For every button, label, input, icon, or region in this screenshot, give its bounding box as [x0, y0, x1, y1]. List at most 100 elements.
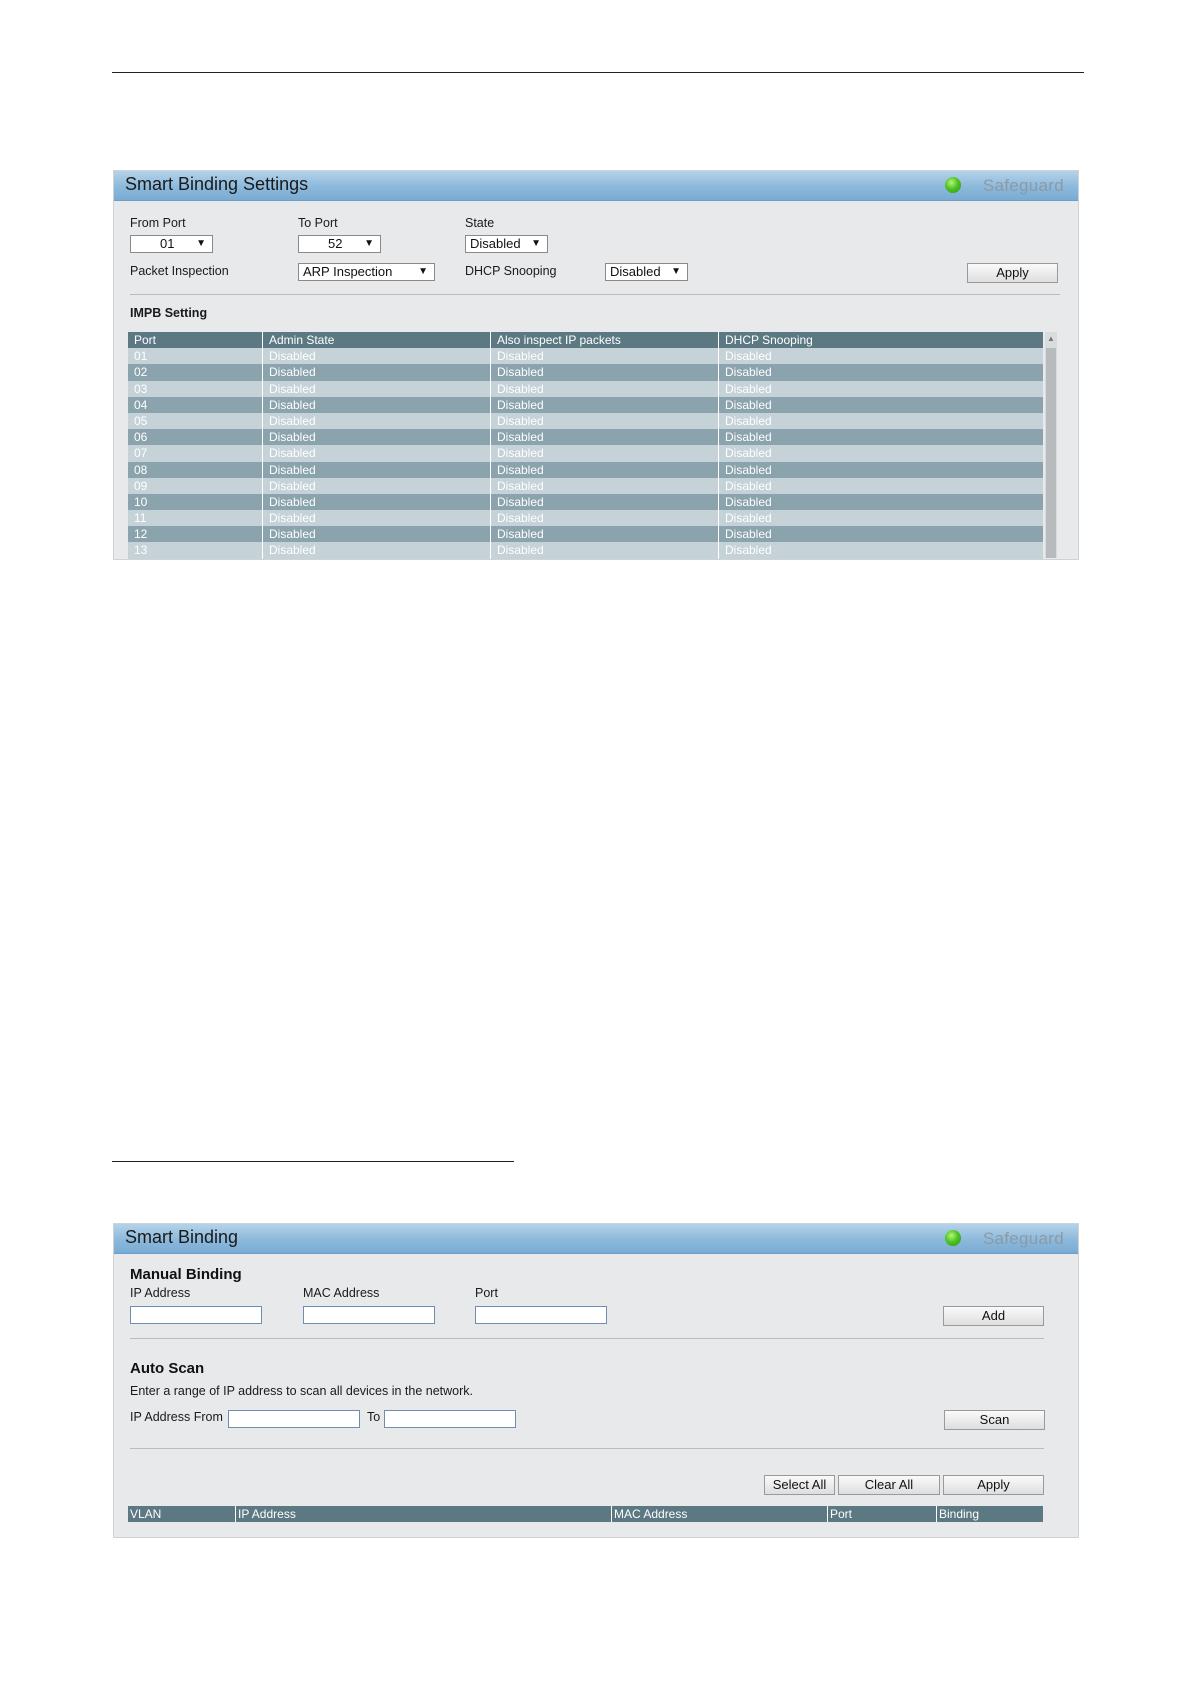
also-inspect-ip-cell: Disabled — [491, 348, 719, 365]
also-inspect-ip-cell: Disabled — [491, 493, 719, 511]
port-cell: 09 — [128, 477, 263, 494]
ip-address-input[interactable] — [130, 1306, 262, 1324]
dhcp-snooping-cell: Disabled — [725, 462, 772, 477]
state-select[interactable]: Disabled ▼ — [465, 235, 548, 253]
ip-address-label: IP Address — [130, 1286, 191, 1300]
also-inspect-ip-cell: Disabled — [491, 510, 719, 527]
impb-table-header: Port Admin State Also inspect IP packets… — [128, 332, 1043, 349]
port-cell: 12 — [128, 526, 263, 543]
to-port-label: To Port — [298, 216, 338, 230]
mac-address-label: MAC Address — [303, 1286, 380, 1300]
apply-button[interactable]: Apply — [943, 1475, 1044, 1495]
admin-state-cell: Disabled — [263, 380, 491, 397]
safeguard-status-icon — [945, 177, 961, 193]
admin-state-cell: Disabled — [263, 526, 491, 543]
panel-header: Smart Binding Settings Safeguard — [114, 171, 1078, 201]
also-inspect-ip-cell: Disabled — [491, 380, 719, 397]
dhcp-snooping-label: DHCP Snooping — [465, 264, 557, 278]
column-header-also-inspect-ip: Also inspect IP packets — [491, 332, 719, 349]
port-cell: 06 — [128, 429, 263, 446]
section-divider — [130, 1448, 1044, 1449]
scrollbar-thumb[interactable] — [1046, 348, 1056, 558]
chevron-down-icon: ▼ — [531, 238, 541, 249]
safeguard-label: Safeguard — [982, 176, 1064, 195]
dhcp-snooping-cell: Disabled — [725, 381, 772, 396]
column-header-ip-address: IP Address — [236, 1506, 612, 1522]
dhcp-snooping-cell: Disabled — [725, 527, 772, 542]
port-cell: 10 — [128, 493, 263, 511]
packet-inspection-label: Packet Inspection — [130, 264, 229, 278]
admin-state-cell: Disabled — [263, 461, 491, 478]
port-cell: 07 — [128, 445, 263, 462]
apply-button[interactable]: Apply — [967, 263, 1058, 283]
section-rule — [112, 1161, 514, 1162]
panel-header: Smart Binding Safeguard — [114, 1224, 1078, 1254]
from-port-value: 01 — [160, 236, 175, 251]
dhcp-snooping-cell: Disabled — [725, 430, 772, 445]
admin-state-cell: Disabled — [263, 477, 491, 494]
port-cell: 05 — [128, 412, 263, 430]
port-cell: 02 — [128, 364, 263, 381]
chevron-down-icon: ▼ — [364, 238, 374, 249]
impb-table-scrollbar[interactable]: ▲ — [1045, 332, 1057, 558]
smart-binding-panel: Smart Binding Safeguard Manual Binding I… — [113, 1223, 1079, 1538]
also-inspect-ip-cell: Disabled — [491, 461, 719, 478]
column-header-dhcp-snooping: DHCP Snooping — [725, 333, 813, 347]
chevron-down-icon: ▼ — [196, 238, 206, 249]
section-divider — [130, 1338, 1044, 1339]
packet-inspection-select[interactable]: ARP Inspection ▼ — [298, 263, 435, 281]
port-cell: 13 — [128, 542, 263, 559]
dhcp-snooping-cell: Disabled — [725, 543, 772, 558]
add-button[interactable]: Add — [943, 1306, 1044, 1326]
chevron-down-icon: ▼ — [671, 266, 681, 277]
dhcp-snooping-cell: Disabled — [725, 494, 772, 509]
manual-binding-title: Manual Binding — [130, 1266, 242, 1283]
ip-address-to-input[interactable] — [384, 1410, 516, 1428]
to-port-value: 52 — [328, 236, 343, 251]
also-inspect-ip-cell: Disabled — [491, 526, 719, 543]
also-inspect-ip-cell: Disabled — [491, 412, 719, 430]
page-header-rule — [112, 72, 1084, 73]
mac-address-input[interactable] — [303, 1306, 435, 1324]
dhcp-snooping-cell: Disabled — [725, 397, 772, 412]
also-inspect-ip-cell: Disabled — [491, 445, 719, 462]
also-inspect-ip-cell: Disabled — [491, 477, 719, 494]
panel-title: Smart Binding — [125, 1227, 239, 1247]
scroll-up-icon[interactable]: ▲ — [1047, 334, 1055, 343]
to-port-select[interactable]: 52 ▼ — [298, 235, 381, 253]
admin-state-cell: Disabled — [263, 542, 491, 559]
admin-state-cell: Disabled — [263, 445, 491, 462]
table-row: 01 Disabled Disabled Disabled — [128, 348, 1043, 365]
dhcp-snooping-select[interactable]: Disabled ▼ — [605, 263, 688, 281]
state-value: Disabled — [470, 236, 521, 251]
port-cell: 08 — [128, 461, 263, 478]
table-row: 13 Disabled Disabled Disabled — [128, 542, 1043, 559]
table-row: 05 Disabled Disabled Disabled — [128, 412, 1043, 430]
port-input[interactable] — [475, 1306, 607, 1324]
scan-button[interactable]: Scan — [944, 1410, 1045, 1430]
from-port-select[interactable]: 01 ▼ — [130, 235, 213, 253]
port-label: Port — [475, 1286, 498, 1300]
select-all-button[interactable]: Select All — [764, 1475, 835, 1495]
column-header-port: Port — [128, 332, 263, 349]
table-row: 03 Disabled Disabled Disabled — [128, 380, 1043, 397]
state-label: State — [465, 216, 495, 230]
admin-state-cell: Disabled — [263, 429, 491, 446]
also-inspect-ip-cell: Disabled — [491, 364, 719, 381]
table-row: 04 Disabled Disabled Disabled — [128, 396, 1043, 413]
ip-address-from-label: IP Address From — [130, 1410, 223, 1424]
chevron-down-icon: ▼ — [418, 266, 428, 277]
dhcp-snooping-cell: Disabled — [725, 413, 772, 428]
ip-address-from-input[interactable] — [228, 1410, 360, 1428]
table-row: 02 Disabled Disabled Disabled — [128, 364, 1043, 381]
section-divider — [130, 294, 1060, 295]
column-header-vlan: VLAN — [128, 1506, 236, 1522]
safeguard-status-icon — [945, 1230, 961, 1246]
clear-all-button[interactable]: Clear All — [838, 1475, 940, 1495]
table-row: 11 Disabled Disabled Disabled — [128, 510, 1043, 527]
table-row: 10 Disabled Disabled Disabled — [128, 493, 1043, 511]
impb-table: Port Admin State Also inspect IP packets… — [128, 332, 1043, 559]
admin-state-cell: Disabled — [263, 348, 491, 365]
port-cell: 03 — [128, 380, 263, 397]
admin-state-cell: Disabled — [263, 412, 491, 430]
